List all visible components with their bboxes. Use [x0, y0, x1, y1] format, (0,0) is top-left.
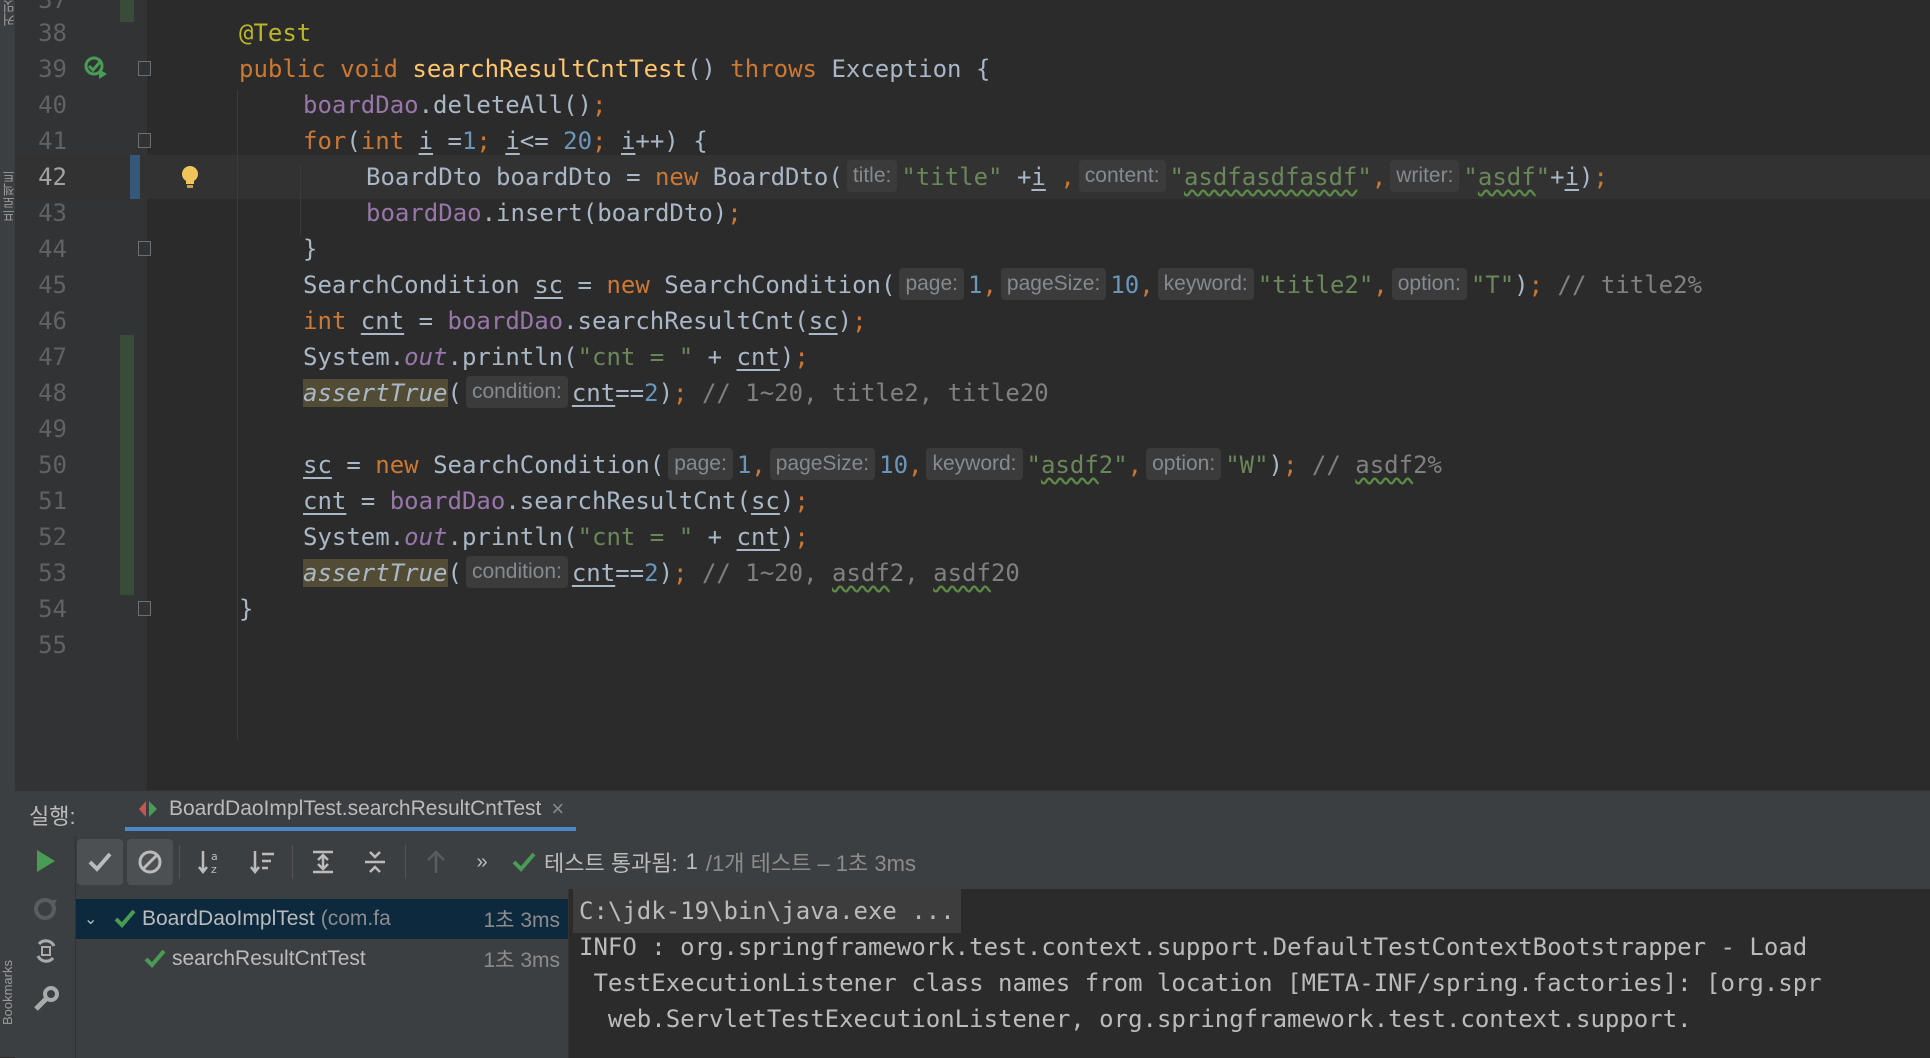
code-editor[interactable]: 37 38 @Test 39 public void searchResultC… — [15, 0, 1930, 790]
expand-all-button[interactable] — [297, 836, 349, 888]
param-hint-page: page: — [668, 448, 733, 480]
expand-all-icon — [313, 850, 333, 874]
param-hint-condition: condition: — [465, 556, 568, 588]
param-hint-page: page: — [899, 268, 964, 300]
toolbar-separator — [405, 845, 406, 879]
passed-check-icon — [144, 949, 166, 968]
check-icon — [88, 852, 112, 872]
code-line[interactable]: 55 — [15, 623, 1930, 667]
passed-check-icon — [114, 909, 136, 928]
fold-marker-icon[interactable] — [138, 601, 151, 616]
toggle-auto-test-icon[interactable] — [31, 936, 61, 966]
chevron-double-right-icon: » — [476, 850, 488, 873]
fold-marker-icon[interactable] — [138, 133, 151, 148]
line-number: 55 — [38, 631, 67, 659]
arrow-up-icon — [427, 850, 445, 873]
rerun-icon[interactable] — [30, 846, 60, 876]
collapse-all-icon — [365, 851, 385, 873]
bookmarks-tool-tab[interactable]: Bookmarks — [0, 960, 15, 1025]
param-hint-writer: writer: — [1390, 160, 1460, 192]
param-hint-keyword: keyword: — [926, 448, 1023, 480]
show-passed-toggle[interactable] — [77, 839, 123, 885]
toolbar-separator — [179, 845, 180, 879]
svg-text:a: a — [211, 850, 218, 863]
close-icon[interactable]: × — [551, 796, 564, 822]
previous-failed-button[interactable] — [410, 836, 462, 888]
left-tool-strip: 커밋 프로젝트 Bookmarks — [0, 0, 17, 1057]
test-status-summary: 테스트 통과됨: 1 /1개 테스트 – 1초 3ms — [512, 846, 916, 878]
total-summary: /1개 테스트 – 1초 3ms — [705, 851, 916, 876]
commit-tool-tab[interactable]: 커밋 — [0, 0, 17, 26]
param-hint-title: title: — [846, 160, 898, 192]
test-duration: 1초 3ms — [483, 909, 560, 932]
run-config-tab[interactable]: BoardDaoImplTest.searchResultCntTest × — [125, 791, 577, 831]
settings-wrench-icon[interactable] — [31, 984, 61, 1014]
param-hint-pagesize: pageSize: — [769, 448, 876, 480]
passed-count: 1 — [685, 849, 698, 874]
test-class-name: BoardDaoImplTest — [142, 907, 315, 930]
fold-marker-icon[interactable] — [138, 241, 151, 256]
test-class-package: (com.fastc — [320, 907, 391, 930]
ignored-icon — [138, 850, 162, 874]
console-output[interactable]: C:\jdk-19\bin\java.exe ... INFO : org.sp… — [569, 889, 1930, 1058]
run-tab-title: BoardDaoImplTest.searchResultCntTest — [169, 797, 542, 820]
run-side-toolbar — [15, 836, 76, 1058]
console-line: web.ServletTestExecutionListener, org.sp… — [579, 1005, 1692, 1033]
run-test-gutter-icon[interactable] — [83, 55, 109, 81]
sort-alpha-button[interactable]: az — [184, 836, 236, 888]
run-tool-window: 실행: BoardDaoImplTest.searchResultCntTest… — [15, 790, 1930, 1058]
param-hint-option: option: — [1146, 448, 1222, 480]
indent-guide — [237, 90, 238, 740]
param-hint-content: content: — [1078, 160, 1166, 192]
show-ignored-toggle[interactable] — [127, 839, 173, 885]
param-hint-option: option: — [1391, 268, 1467, 300]
project-tool-tab[interactable]: 프로젝트 — [0, 170, 17, 222]
test-tree-row-class[interactable]: ⌄ BoardDaoImplTest (com.fastc 1초 3ms — [76, 899, 568, 939]
test-tree-row-method[interactable]: searchResultCntTest 1초 3ms — [76, 939, 568, 979]
test-results-tree: ⌄ BoardDaoImplTest (com.fastc 1초 3ms sea… — [76, 889, 569, 1058]
test-config-icon — [139, 801, 157, 817]
rerun-failed-icon[interactable] — [31, 894, 61, 924]
toolbar-separator — [292, 845, 293, 879]
test-duration: 1초 3ms — [483, 949, 560, 972]
param-hint-keyword: keyword: — [1157, 268, 1254, 300]
chevron-down-icon[interactable]: ⌄ — [84, 909, 102, 929]
status-label: 테스트 통과됨: — [544, 851, 678, 876]
test-method-name: searchResultCntTest — [172, 947, 366, 970]
param-hint-pagesize: pageSize: — [1000, 268, 1107, 300]
svg-text:z: z — [211, 863, 217, 876]
more-actions-button[interactable]: » — [462, 836, 502, 888]
collapse-all-button[interactable] — [349, 836, 401, 888]
sort-alphabetically-icon: az — [198, 850, 218, 876]
passed-check-icon — [512, 852, 536, 872]
indent-guide — [300, 165, 301, 235]
fold-marker-icon[interactable] — [138, 61, 151, 76]
sort-duration-button[interactable] — [236, 836, 288, 888]
test-runner-toolbar: az » 테스트 통과됨: 1 /1개 테스트 – 1초 3ms — [75, 836, 1930, 888]
run-label: 실행: — [29, 804, 76, 829]
sort-by-duration-icon — [250, 851, 274, 875]
run-header: 실행: BoardDaoImplTest.searchResultCntTest… — [15, 791, 1930, 831]
lightbulb-icon[interactable] — [177, 163, 203, 191]
param-hint-condition: condition: — [465, 376, 568, 408]
